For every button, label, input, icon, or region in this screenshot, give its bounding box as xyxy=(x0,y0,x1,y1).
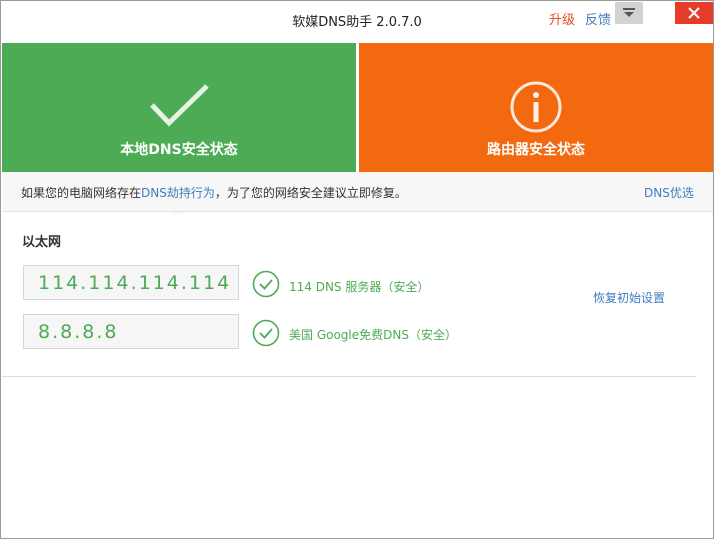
notice-bar: 如果您的电脑网络存在DNS劫持行为，为了您的网络安全建议立即修复。 DNS优选 xyxy=(2,172,713,212)
section-divider xyxy=(2,376,696,377)
dropdown-menu-icon xyxy=(623,8,635,17)
dns-optimize-link[interactable]: DNS优选 xyxy=(644,184,694,201)
title-bar: 软媒DNS助手 2.0.7.0 升级 反馈 xyxy=(1,1,713,42)
local-dns-status-label: 本地DNS安全状态 xyxy=(120,142,238,158)
notice-text-after: ，为了您的网络安全建议立即修复。 xyxy=(214,186,407,200)
app-window: 软媒DNS助手 2.0.7.0 升级 反馈 本地DNS安全状态 路由器安全状态 … xyxy=(0,0,714,539)
checkmark-icon xyxy=(150,84,209,127)
secondary-dns-field[interactable]: 8.8.8.8 xyxy=(23,314,239,349)
primary-dns-status: 114 DNS 服务器（安全） xyxy=(289,280,430,294)
restore-defaults-link[interactable]: 恢复初始设置 xyxy=(593,289,665,306)
safe-check-icon xyxy=(252,270,280,298)
local-dns-status-panel[interactable]: 本地DNS安全状态 xyxy=(2,43,356,214)
secondary-dns-status: 美国 Google免费DNS（安全） xyxy=(289,328,457,342)
safe-check-icon xyxy=(252,319,280,347)
dns-hijack-link[interactable]: DNS劫持行为 xyxy=(141,186,215,200)
notice-text-before: 如果您的电脑网络存在 xyxy=(21,186,142,200)
dropdown-menu-button[interactable] xyxy=(615,2,643,24)
router-status-label: 路由器安全状态 xyxy=(487,142,585,158)
primary-dns-field[interactable]: 114.114.114.114 xyxy=(23,265,239,300)
notice-text: 如果您的电脑网络存在DNS劫持行为，为了您的网络安全建议立即修复。 xyxy=(21,184,407,201)
ethernet-section-title: 以太网 xyxy=(22,235,62,250)
upgrade-link[interactable]: 升级 xyxy=(549,9,575,28)
router-status-panel[interactable]: 路由器安全状态 xyxy=(359,43,713,172)
close-button[interactable] xyxy=(675,2,713,24)
info-circle-icon xyxy=(510,81,562,133)
close-icon xyxy=(688,7,700,19)
feedback-link[interactable]: 反馈 xyxy=(585,9,611,28)
